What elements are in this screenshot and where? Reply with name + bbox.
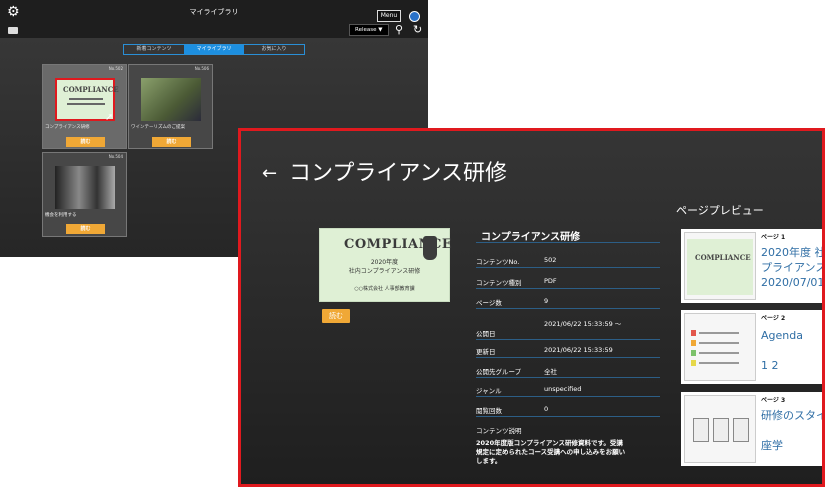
agenda-line [699, 332, 739, 334]
info-title-underline [476, 242, 660, 243]
page-label: ページ 2 [761, 315, 786, 322]
thumb-word: COMPLIANCE [695, 253, 751, 262]
thumb-word: COMPLIANCE [63, 85, 119, 94]
page-text-line: 1 2 [761, 359, 779, 372]
search-icon[interactable]: ⚲ [395, 24, 407, 36]
cover-line-2: 社内コンプライアンス研修 [348, 268, 421, 275]
thumb-background: COMPLIANCE [687, 239, 753, 295]
page-text-line: プライアンス研 [761, 261, 822, 274]
read-button[interactable]: 読む [322, 309, 350, 323]
preview-title: ページプレビュー [676, 204, 764, 217]
agenda-line [699, 352, 739, 354]
info-row: ページ数 9 [476, 297, 660, 309]
page-thumbnail [684, 313, 756, 381]
info-row: 閲覧回数 0 [476, 405, 660, 417]
library-tabs: 新着コンテンツ マイライブラリ お気に入り [123, 44, 305, 55]
page-text-line: 2020年度 社 [761, 246, 825, 259]
read-button[interactable]: 読む [66, 137, 105, 147]
content-card[interactable]: No.502 COMPLIANCE ➚ コンプライアンス研修 読む [42, 64, 127, 149]
row-value: 502 [544, 256, 557, 264]
cover-line-1: 2020年度 [370, 259, 399, 266]
info-row: コンテンツNo. 502 [476, 256, 660, 268]
row-key: コンテンツNo. [476, 258, 520, 266]
menu-button[interactable]: Menu [377, 10, 401, 22]
agenda-marker [691, 330, 696, 336]
slide-card [693, 418, 709, 442]
page-text-line: Agenda [761, 329, 803, 342]
release-select[interactable]: Release ▼ [349, 24, 389, 36]
page-preview-item[interactable]: ページ 2 Agenda 1 2 [681, 310, 822, 384]
cursor-icon: ➚ [105, 112, 114, 123]
tab-my-library[interactable]: マイライブラリ [184, 45, 244, 54]
slide-card [713, 418, 729, 442]
page-text-line: 座学 [761, 439, 783, 452]
row-key: ページ数 [476, 299, 502, 307]
info-row: 公開日 2021/06/22 15:33:59 ～ [476, 316, 660, 340]
screenshot-composite: ⚙ マイライブラリ Menu Release ▼ ⚲ ↻ 新着コンテンツ マイラ… [0, 0, 825, 487]
cover-line-3: ○○株式会社 人事部教育課 [354, 286, 415, 292]
row-value: 0 [544, 405, 549, 413]
page-text-line: 研修のスタイ [761, 409, 825, 422]
agenda-marker [691, 350, 696, 356]
row-key: 公開日 [476, 330, 496, 338]
row-value: 2021/06/22 15:33:59 ～ [544, 320, 622, 328]
page-title: コンプライアンス研修 [289, 161, 508, 186]
page-preview-item[interactable]: COMPLIANCE ページ 1 2020年度 社 プライアンス研 2020/0… [681, 229, 825, 303]
info-row: コンテンツ種別 PDF [476, 277, 660, 289]
row-key: ジャンル [476, 387, 502, 395]
library-title: マイライブラリ [189, 8, 239, 16]
row-value: 全社 [544, 368, 557, 376]
row-value: PDF [544, 277, 557, 285]
description-text: 2020年度版コンプライアンス研修資料です。受講規定に定められたコース受講への申… [476, 439, 626, 465]
info-row: 公開先グループ 全社 [476, 366, 660, 378]
content-card[interactable]: No.506 ワインテーリズムのご提案 読む [128, 64, 213, 149]
info-row: ジャンル unspecified [476, 385, 660, 397]
page-label: ページ 3 [761, 397, 786, 404]
user-icon[interactable] [409, 11, 420, 22]
row-value: unspecified [544, 385, 582, 393]
row-key: 更新日 [476, 348, 496, 356]
page-label: ページ 1 [761, 234, 786, 241]
card-name: ワインテーリズムのご提案 [131, 125, 185, 130]
folder-icon[interactable] [8, 27, 18, 34]
row-value: 2021/06/22 15:33:59 [544, 346, 613, 354]
content-detail-window: ← コンプライアンス研修 COMPLIANCE 2020年度 社内コンプライアン… [238, 128, 825, 487]
read-button[interactable]: 読む [152, 137, 191, 147]
page-preview-item[interactable]: ページ 3 研修のスタイ 座学 [681, 392, 825, 466]
content-card[interactable]: No.504 機会を利用する 読む [42, 152, 127, 237]
page-thumbnail: COMPLIANCE [684, 232, 756, 300]
info-title: コンプライアンス研修 [481, 232, 581, 243]
agenda-marker [691, 360, 696, 366]
agenda-line [699, 362, 739, 364]
cover-thumbnail[interactable]: COMPLIANCE 2020年度 社内コンプライアンス研修 ○○株式会社 人事… [319, 228, 452, 302]
card-name: コンプライアンス研修 [45, 125, 90, 130]
back-arrow-icon[interactable]: ← [262, 164, 277, 184]
tab-favorites[interactable]: お気に入り [244, 45, 304, 54]
card-name: 機会を利用する [45, 213, 77, 218]
thumb-line [67, 103, 105, 105]
card-thumbnail [55, 166, 115, 209]
agenda-marker [691, 340, 696, 346]
read-button[interactable]: 読む [66, 224, 105, 234]
description-label: コンテンツ説明 [476, 427, 522, 435]
refresh-icon[interactable]: ↻ [413, 24, 425, 36]
card-number: No.506 [194, 66, 209, 71]
row-key: 公開先グループ [476, 368, 522, 376]
card-number: No.502 [108, 66, 123, 71]
tab-new-contents[interactable]: 新着コンテンツ [124, 45, 184, 54]
card-thumbnail [141, 78, 201, 121]
slide-card [733, 418, 749, 442]
row-key: コンテンツ種別 [476, 279, 522, 287]
row-key: 閲覧回数 [476, 407, 502, 415]
agenda-line [699, 342, 739, 344]
card-number: No.504 [108, 154, 123, 159]
page-thumbnail [684, 395, 756, 463]
row-value: 9 [544, 297, 549, 305]
page-text-line: 2020/07/01 [761, 276, 825, 289]
thumb-line [69, 98, 103, 100]
info-row: 更新日 2021/06/22 15:33:59 [476, 346, 660, 358]
